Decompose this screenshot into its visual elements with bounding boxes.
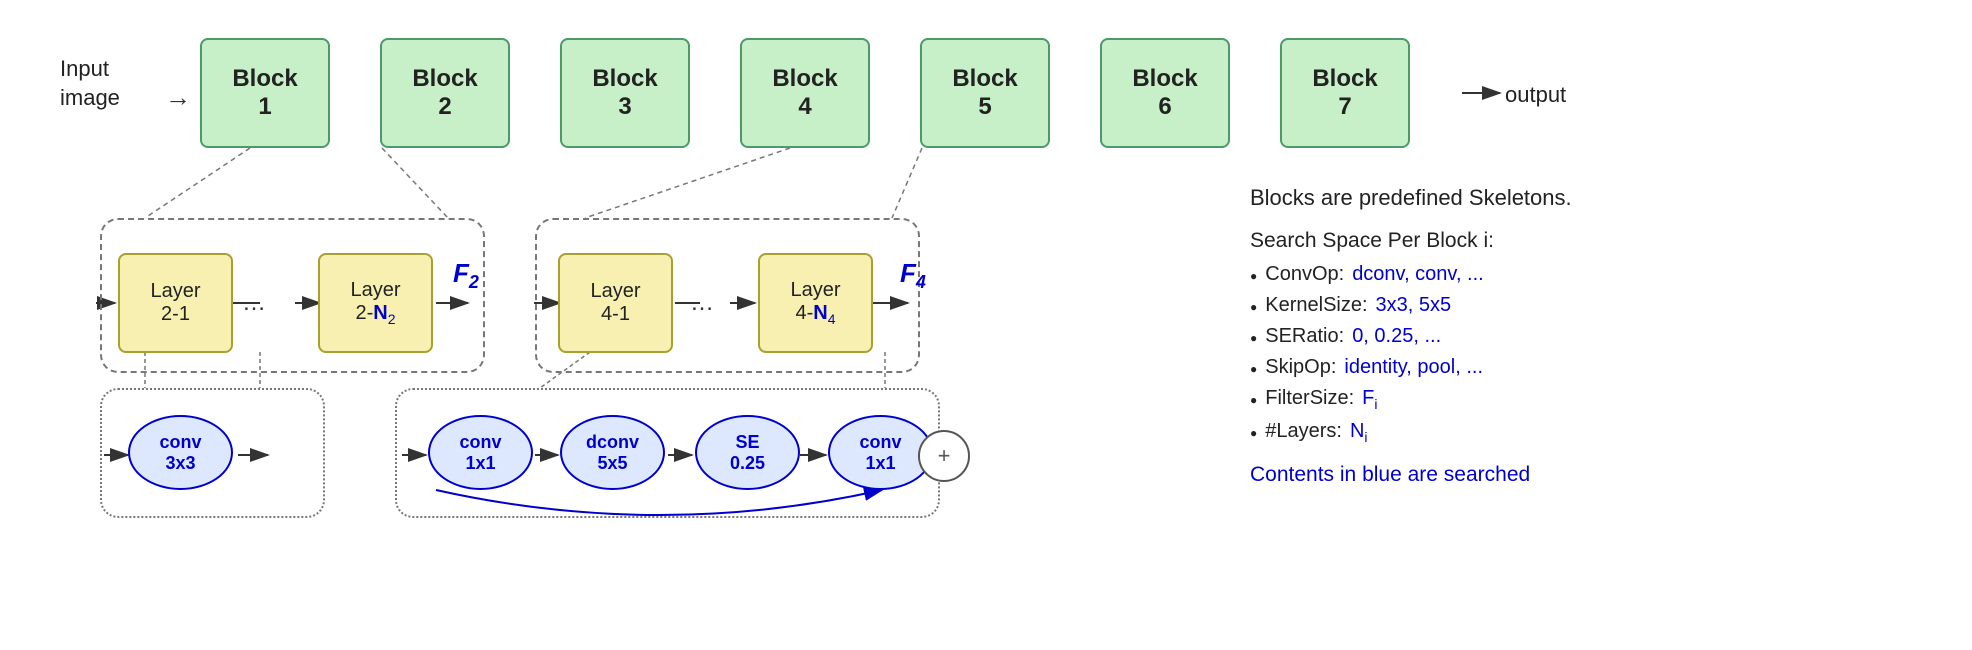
block-6-number: 6 <box>1158 93 1171 121</box>
filtersize-values: Fi <box>1362 387 1377 412</box>
block-1-label: Block <box>232 65 297 93</box>
input-arrow: → <box>165 82 191 113</box>
kernelsize-values: 3x3, 5x5 <box>1376 294 1452 317</box>
convop-values: dconv, conv, ... <box>1352 263 1484 286</box>
search-space-title: Search Space Per Block i: <box>1250 229 1930 253</box>
block-6-label: Block <box>1132 65 1197 93</box>
skipop-label: SkipOp: <box>1265 356 1336 379</box>
filtersize-item: FilterSize: Fi <box>1250 387 1930 412</box>
right-panel: Blocks are predefined Skeletons. Search … <box>1250 185 1930 487</box>
layers-item: #Layers: Ni <box>1250 420 1930 445</box>
search-space-list: ConvOp: dconv, conv, ... KernelSize: 3x3… <box>1250 263 1930 445</box>
filtersize-label: FilterSize: <box>1265 387 1354 410</box>
convop-label: ConvOp: <box>1265 263 1344 286</box>
convop-item: ConvOp: dconv, conv, ... <box>1250 263 1930 286</box>
blue-contents-note: Contents in blue are searched <box>1250 463 1930 487</box>
block-4-label: Block <box>772 65 837 93</box>
layer-2-1: Layer 2-1 <box>118 253 233 353</box>
input-label: Inputimage <box>60 55 120 112</box>
block-1: Block 1 <box>200 38 330 148</box>
seratio-values: 0, 0.25, ... <box>1352 325 1441 348</box>
block-3-label: Block <box>592 65 657 93</box>
block-2-label: Block <box>412 65 477 93</box>
block-3: Block 3 <box>560 38 690 148</box>
block-4-number: 4 <box>798 93 811 121</box>
blocks-description: Blocks are predefined Skeletons. <box>1250 185 1930 211</box>
conv-3x3-oval: conv 3x3 <box>128 415 233 490</box>
layers-values: Ni <box>1350 420 1368 445</box>
plus-circle: + <box>918 430 970 482</box>
block-5-number: 5 <box>978 93 991 121</box>
block-6: Block 6 <box>1100 38 1230 148</box>
block-4: Block 4 <box>740 38 870 148</box>
layer-4-1: Layer 4-1 <box>558 253 673 353</box>
kernelsize-label: KernelSize: <box>1265 294 1367 317</box>
block-7: Block 7 <box>1280 38 1410 148</box>
f2-label: F2 <box>453 258 479 293</box>
block-3-number: 3 <box>618 93 631 121</box>
conv-1x1-first-oval: conv 1x1 <box>428 415 533 490</box>
skipop-values: identity, pool, ... <box>1344 356 1483 379</box>
se-025-oval: SE 0.25 <box>695 415 800 490</box>
skipop-item: SkipOp: identity, pool, ... <box>1250 356 1930 379</box>
dconv-5x5-oval: dconv 5x5 <box>560 415 665 490</box>
seratio-label: SERatio: <box>1265 325 1344 348</box>
block-2-number: 2 <box>438 93 451 121</box>
block-7-number: 7 <box>1338 93 1351 121</box>
kernelsize-item: KernelSize: 3x3, 5x5 <box>1250 294 1930 317</box>
block-5: Block 5 <box>920 38 1050 148</box>
output-label: output <box>1505 82 1566 108</box>
block-5-label: Block <box>952 65 1017 93</box>
f4-label: F4 <box>900 258 926 293</box>
layer-2-n2: Layer 2-N2 <box>318 253 433 353</box>
block-2: Block 2 <box>380 38 510 148</box>
layers-label: #Layers: <box>1265 420 1342 443</box>
block-1-number: 1 <box>258 93 271 121</box>
block-7-label: Block <box>1312 65 1377 93</box>
layer-4-n4: Layer 4-N4 <box>758 253 873 353</box>
seratio-item: SERatio: 0, 0.25, ... <box>1250 325 1930 348</box>
